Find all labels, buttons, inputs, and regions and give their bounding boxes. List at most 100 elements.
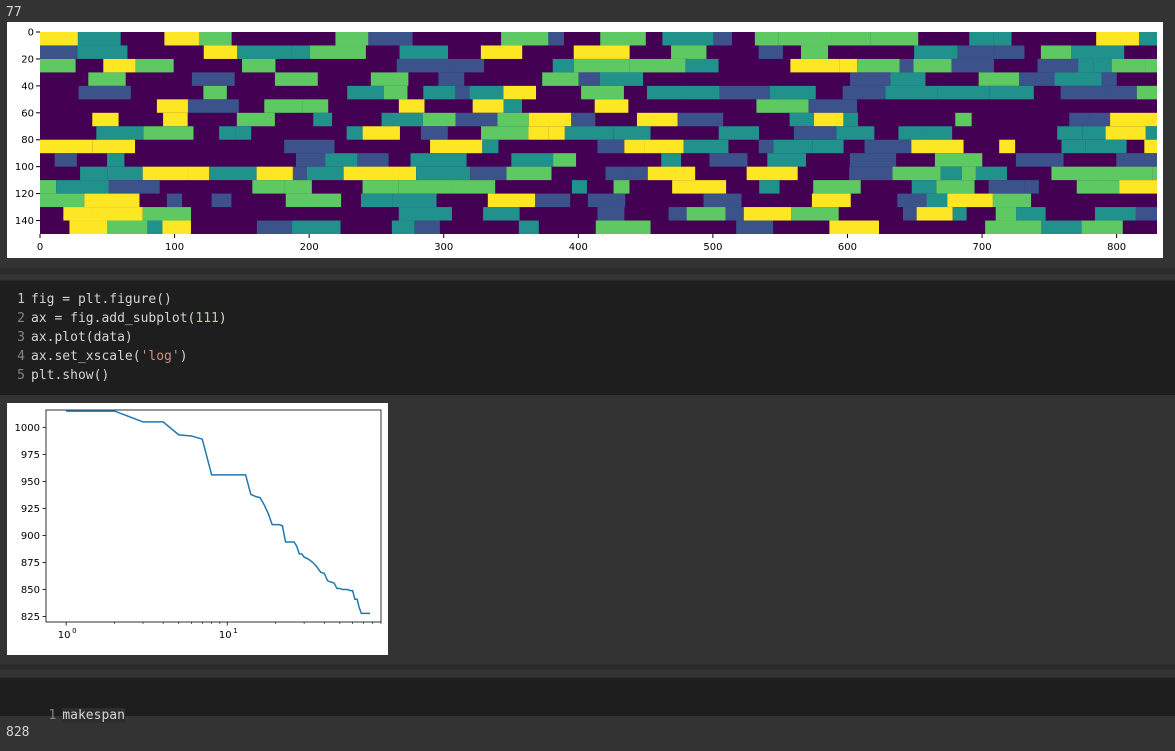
heatmap-cell [191,72,235,86]
heatmap-cell [581,85,624,100]
heatmap-cell [503,99,523,113]
heatmap-cell [237,45,292,59]
heatmap-cell [1089,112,1111,127]
heatmap-cell [1119,180,1157,194]
heatmap-cell [613,126,651,140]
heatmap-cell [813,180,861,194]
code-text: makespan [62,708,125,723]
heatmap-cell [1076,180,1120,194]
heatmap-cell [518,220,539,234]
heatmap-cell [597,139,625,154]
heatmap-cell [647,85,683,100]
x-tick-label: 300 [434,242,453,253]
heatmap-cell [392,166,417,181]
y-tick-label: 900 [21,531,40,542]
heatmap-cell [203,85,227,100]
heatmap-cell [597,207,625,221]
heatmap-cell [357,153,389,167]
heatmap-cell [40,193,85,208]
heatmap-cell [829,220,879,234]
heatmap-cell [1145,126,1157,140]
heatmap-cell [362,126,400,140]
heatmap-cell [325,153,358,167]
heatmap-cell [284,139,335,154]
heatmap-cell [773,139,813,154]
code-line: 1 fig = plt.figure() [0,290,172,309]
heatmap-cell [571,180,587,194]
heatmap-cell [790,58,840,73]
heatmap-cell [885,85,938,100]
x-tick-exponent: 1 [233,627,237,635]
heatmap-cell [383,85,408,100]
heatmap-cell [1015,153,1064,167]
heatmap-cell [903,207,917,221]
heatmap-cell [899,58,914,73]
heatmap-cell [108,180,160,194]
code-text: ax.plot(data) [31,330,133,345]
heatmap-cell [725,207,744,221]
heatmap-cell [370,72,409,86]
heatmap-cell [69,220,108,234]
heatmap-cell [1082,126,1106,140]
heatmap-cell [789,112,815,127]
heatmap-cell [605,166,631,181]
heatmap-cell [398,99,425,113]
heatmap-cell [1054,72,1102,86]
heatmap-cell [1116,153,1157,167]
plot-frame [45,409,382,623]
heatmap-cell [1105,85,1137,100]
heatmap-cell [264,99,303,113]
heatmap-cell [671,45,707,59]
line-number: 1 [17,292,25,307]
heatmap-cell [1145,58,1157,73]
heatmap-cell [480,45,523,59]
heatmap-cell [410,153,467,167]
heatmap-cell [1016,207,1046,221]
heatmap-cell [754,32,779,46]
heatmap-cell [420,126,448,140]
heatmap-cell [483,207,520,221]
heatmap-cell [292,166,307,181]
heatmap-cell [1139,32,1157,46]
heatmap-cell [793,126,837,140]
heatmap-cell [911,139,964,154]
heatmap-cell [40,180,57,194]
heatmap-cell [306,166,344,181]
heatmap-cell [951,58,994,73]
heatmap-cell [746,166,798,181]
heatmap-cell [414,220,440,234]
heatmap-cell [831,32,871,46]
heatmap-cell [937,85,990,100]
line-number: 5 [17,368,25,383]
line-plot: 825 850 875 900 925 950 975 1000 10 0 10 1 [7,403,388,655]
heatmap-cell [423,85,456,100]
heatmap-cell [870,32,919,46]
heatmap-cell [203,45,238,59]
heatmap-cell [1041,220,1082,234]
heatmap-cell [472,99,504,113]
y-tick-label: 925 [21,504,40,515]
heatmap-cell [975,166,1008,181]
heatmap-cell [455,85,470,100]
heatmap-cell [992,193,1032,208]
heatmap-cell [1057,126,1083,140]
heatmap-cell [957,45,995,59]
code-cell[interactable]: 1 fig = plt.figure() 2 ax = fig.add_subplot… [0,280,1175,395]
heatmap-cell [988,180,1025,194]
heatmap-cell [107,220,148,234]
heatmap-cell [292,220,341,234]
code-cell[interactable]: 1 makespan [0,677,1175,723]
heatmap-cell [595,220,651,234]
code-line: 4 ax.set_xscale('log') [0,347,188,366]
heatmap-cell [396,58,450,73]
heatmap-cell [1136,85,1157,100]
code-text: ) [179,349,188,364]
y-tick-label: 40 [21,81,34,92]
heatmap-cell [236,112,275,127]
heatmap-cell [343,166,393,181]
heatmap-cell [913,58,952,73]
heatmap-cell [162,220,191,234]
heatmap-cell [40,58,76,73]
heatmap-cell [995,207,1017,221]
heatmap-cell [63,207,92,221]
